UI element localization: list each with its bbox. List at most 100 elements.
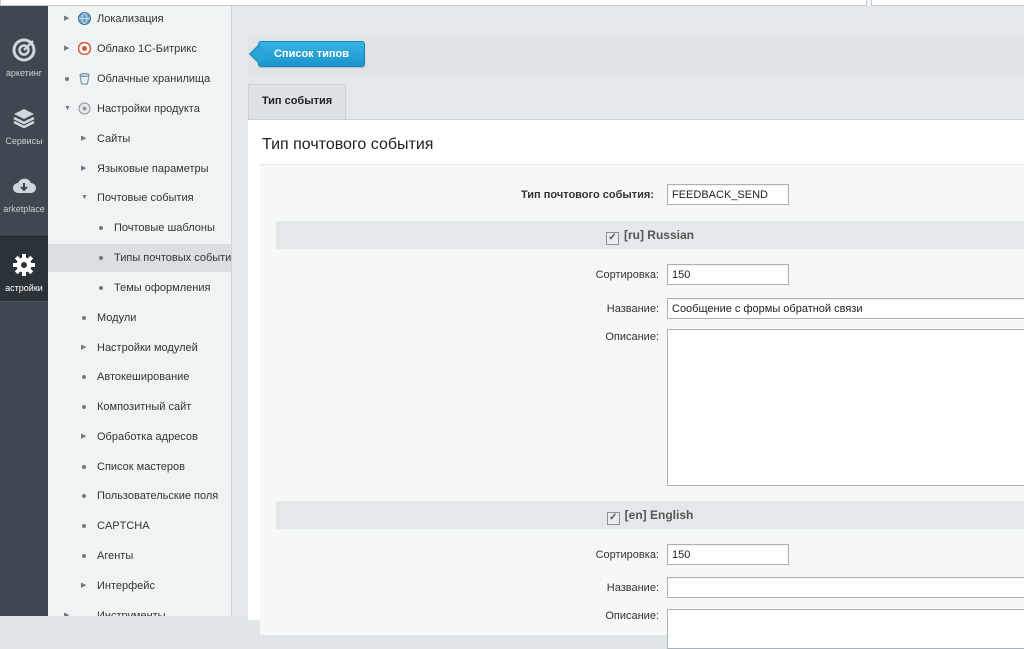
back-to-list-button[interactable]: Список типов bbox=[258, 41, 365, 67]
ru-sort-input[interactable]: 150 bbox=[667, 264, 789, 285]
tree-item-agents[interactable]: Агенты bbox=[48, 542, 231, 570]
tree-item-label: Облако 1С-Битрикс bbox=[97, 43, 197, 55]
tree-item-label: CAPTCHA bbox=[97, 520, 150, 532]
en-description-label: Описание: bbox=[605, 610, 659, 622]
expand-arrow-icon[interactable]: ▶ bbox=[81, 155, 86, 183]
tree-item-mail-templates[interactable]: Почтовые шаблоны bbox=[48, 214, 231, 242]
section-en-title: [en] English bbox=[624, 508, 694, 522]
cloud-download-icon bbox=[13, 178, 36, 193]
bucket-icon bbox=[79, 73, 90, 85]
en-description-textarea[interactable] bbox=[667, 609, 1024, 649]
tree-item-localization[interactable]: ▶ Локализация bbox=[48, 6, 231, 33]
expand-arrow-icon[interactable]: ▶ bbox=[81, 572, 86, 600]
section-ru: ✓ [ru] Russian bbox=[276, 221, 1024, 249]
tree-item-autocache[interactable]: Автокеширование bbox=[48, 363, 231, 391]
rail-item-marketplace[interactable]: arketplace bbox=[0, 158, 48, 222]
tree-item-module-settings[interactable]: ▶ Настройки модулей bbox=[48, 334, 231, 362]
tree-item-language-params[interactable]: ▶ Языковые параметры bbox=[48, 155, 231, 183]
edit-panel: Тип почтового события Тип почтового собы… bbox=[248, 120, 1024, 649]
tree-item-product-settings[interactable]: ▼ Настройки продукта bbox=[48, 95, 231, 123]
tree-item-captcha[interactable]: CAPTCHA bbox=[48, 512, 231, 540]
settings-icon bbox=[78, 102, 91, 115]
ru-description-label: Описание: bbox=[605, 331, 659, 343]
tree-item-mail-event-types[interactable]: Типы почтовых событий bbox=[48, 244, 231, 272]
rail-item-settings[interactable]: астройки bbox=[0, 236, 48, 302]
ru-name-label: Название: bbox=[606, 303, 659, 315]
tree-item-label: Типы почтовых событий bbox=[114, 252, 232, 264]
bullet-icon bbox=[82, 524, 86, 528]
checkbox-en[interactable]: ✓ bbox=[606, 512, 620, 525]
tree-item-label: Темы оформления bbox=[114, 282, 211, 294]
tree-item-tools[interactable]: ▶ Инструменты bbox=[48, 602, 231, 616]
tree-item-sites[interactable]: ▶ Сайты bbox=[48, 125, 231, 153]
tree-item-mail-events[interactable]: ▼ Почтовые события bbox=[48, 184, 231, 212]
tree-item-label: Инструменты bbox=[97, 610, 166, 616]
settings-tree: ▶ Локализация ▶ Облако 1С-Битрикс Облачн… bbox=[48, 6, 232, 616]
rail-item-services[interactable]: Сервисы bbox=[0, 90, 48, 154]
expand-arrow-icon[interactable]: ▶ bbox=[64, 602, 69, 616]
en-sort-input[interactable]: 150 bbox=[667, 544, 789, 565]
expand-arrow-icon[interactable]: ▶ bbox=[81, 334, 86, 362]
rail-label: arketplace bbox=[3, 204, 45, 214]
bullet-icon bbox=[99, 256, 103, 260]
expand-arrow-icon[interactable]: ▶ bbox=[64, 6, 69, 33]
tree-item-cloud-storage[interactable]: Облачные хранилища bbox=[48, 65, 231, 93]
page-title: Тип почтового события bbox=[262, 136, 434, 153]
target-icon bbox=[12, 38, 36, 62]
cloud-icon bbox=[78, 42, 91, 55]
bullet-icon bbox=[82, 494, 86, 498]
tree-item-label: Композитный сайт bbox=[97, 401, 192, 413]
bullet-icon bbox=[82, 465, 86, 469]
tree-item-user-fields[interactable]: Пользовательские поля bbox=[48, 482, 231, 510]
bullet-icon bbox=[99, 226, 103, 230]
tree-item-label: Локализация bbox=[97, 13, 164, 25]
rail-label: Сервисы bbox=[5, 136, 43, 146]
tree-item-label: Почтовые шаблоны bbox=[114, 222, 215, 234]
tree-item-interface[interactable]: ▶ Интерфейс bbox=[48, 572, 231, 600]
rail-label: астройки bbox=[5, 283, 43, 293]
collapse-arrow-icon[interactable]: ▼ bbox=[81, 184, 88, 212]
tree-item-composite-site[interactable]: Композитный сайт bbox=[48, 393, 231, 421]
bullet-icon bbox=[82, 405, 86, 409]
expand-arrow-icon[interactable]: ▶ bbox=[64, 35, 69, 63]
en-sort-label: Сортировка: bbox=[595, 549, 659, 561]
event-type-input[interactable]: FEEDBACK_SEND bbox=[667, 184, 789, 205]
ru-description-textarea[interactable] bbox=[667, 329, 1024, 486]
globe-icon bbox=[78, 12, 91, 25]
tree-item-url-processing[interactable]: ▶ Обработка адресов bbox=[48, 423, 231, 451]
tree-item-themes[interactable]: Темы оформления bbox=[48, 274, 231, 302]
tree-item-label: Языковые параметры bbox=[97, 163, 209, 175]
layers-icon bbox=[13, 109, 35, 129]
section-en: ✓ [en] English bbox=[276, 501, 1024, 529]
tree-item-bitrix-cloud[interactable]: ▶ Облако 1С-Битрикс bbox=[48, 35, 231, 63]
bullet-icon bbox=[82, 554, 86, 558]
tree-item-label: Автокеширование bbox=[97, 371, 190, 383]
tree-item-label: Обработка адресов bbox=[97, 431, 198, 443]
en-name-input[interactable] bbox=[667, 577, 1024, 598]
tree-item-label: Облачные хранилища bbox=[97, 73, 211, 85]
ru-name-input[interactable]: Сообщение с формы обратной связи bbox=[667, 298, 1024, 319]
tree-item-wizards[interactable]: Список мастеров bbox=[48, 453, 231, 481]
expand-arrow-icon[interactable]: ▶ bbox=[81, 423, 86, 451]
tab-event-type[interactable]: Тип события bbox=[248, 84, 346, 120]
gear-icon bbox=[13, 254, 35, 276]
tree-item-label: Агенты bbox=[97, 550, 134, 562]
bullet-icon bbox=[82, 316, 86, 320]
ru-sort-label: Сортировка: bbox=[595, 269, 659, 281]
expand-arrow-icon[interactable]: ▶ bbox=[81, 125, 86, 153]
bullet-icon bbox=[65, 77, 69, 81]
checkbox-ru[interactable]: ✓ bbox=[605, 232, 619, 245]
bullet-icon bbox=[99, 286, 103, 290]
tree-item-label: Сайты bbox=[97, 133, 131, 145]
collapse-arrow-icon[interactable]: ▼ bbox=[64, 95, 71, 123]
tree-item-modules[interactable]: Модули bbox=[48, 304, 231, 332]
rail-item-marketing[interactable]: аркетинг bbox=[0, 22, 48, 86]
context-toolbar: Список типов bbox=[248, 34, 1024, 74]
main-content: Список типов Тип события Тип почтового с… bbox=[232, 6, 1024, 649]
tree-item-label: Пользовательские поля bbox=[97, 490, 219, 502]
tree-item-label: Настройки продукта bbox=[97, 103, 200, 115]
en-name-label: Название: bbox=[606, 582, 659, 594]
section-ru-title: [ru] Russian bbox=[623, 228, 694, 242]
tree-item-label: Настройки модулей bbox=[97, 342, 198, 354]
bullet-icon bbox=[82, 375, 86, 379]
